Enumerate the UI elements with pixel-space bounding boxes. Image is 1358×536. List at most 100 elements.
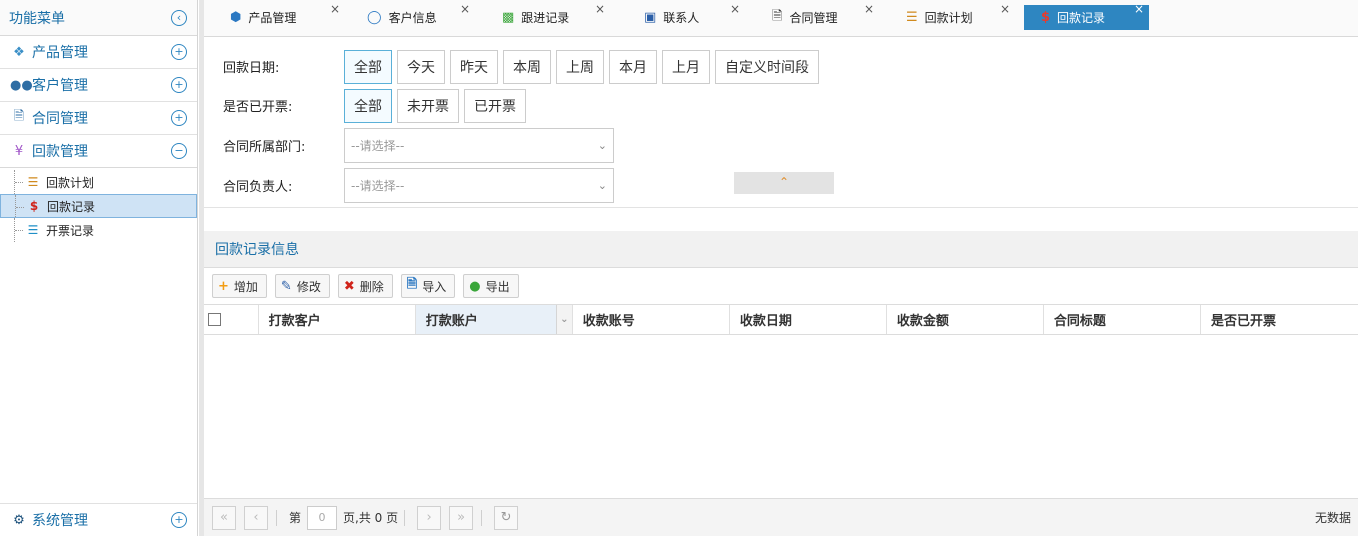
button-label: 导出 <box>485 279 510 294</box>
document-icon: 🗎 <box>772 8 783 24</box>
sidebar-group-label: 回款管理 <box>32 144 88 160</box>
button-label: 修改 <box>296 279 321 294</box>
tab-label: 跟进记录 <box>521 11 570 25</box>
refresh-icon[interactable]: ↻ <box>494 505 519 530</box>
tab-label: 产品管理 <box>248 11 297 25</box>
invoice-option-not-invoiced[interactable]: 未开票 <box>397 88 459 123</box>
select-placeholder: --请选择-- <box>351 138 405 153</box>
date-option-today[interactable]: 今天 <box>397 49 445 84</box>
collapse-icon[interactable]: − <box>171 143 187 159</box>
tree-item-label: 回款记录 <box>47 199 96 214</box>
invoice-list-icon: ☰ <box>27 223 39 237</box>
grid-body <box>204 335 1358 498</box>
yen-icon: ¥ <box>14 143 24 159</box>
expand-icon[interactable]: + <box>171 44 187 60</box>
next-page-icon[interactable]: › <box>417 505 442 530</box>
column-header-payer-account[interactable]: 打款账户 ⌄ <box>415 305 573 334</box>
users-icon: ●● <box>10 77 33 93</box>
close-icon[interactable]: × <box>864 2 874 16</box>
sidebar-group-system[interactable]: ⚙ 系统管理 + <box>0 503 197 536</box>
tab-payment-records[interactable]: $ 回款记录 × <box>1024 2 1149 30</box>
sidebar-group-label: 客户管理 <box>32 78 88 94</box>
column-header-receiving-account[interactable]: 收款账号 <box>573 305 730 334</box>
pagination-bar: « ‹ 第 0 页,共 0 页 › » ↻ 无数据 <box>204 498 1358 536</box>
filter-label: 是否已开票: <box>223 100 293 115</box>
button-label: 删除 <box>359 279 384 294</box>
close-icon[interactable]: × <box>1134 2 1144 16</box>
sidebar-title: 功能菜单 <box>9 10 65 27</box>
export-button[interactable]: ● 导出 <box>463 274 519 298</box>
checkbox-icon <box>208 313 221 326</box>
tab-products[interactable]: ⬢ 产品管理 × <box>230 2 340 30</box>
date-option-all[interactable]: 全部 <box>344 49 392 84</box>
date-option-last-month[interactable]: 上月 <box>662 49 710 84</box>
pdf-file-icon: 🗎 <box>13 109 25 124</box>
tab-followups[interactable]: ▩ 跟进记录 × <box>502 2 605 30</box>
sidebar-group-payments[interactable]: ¥ 回款管理 − <box>0 135 197 168</box>
tree-item-invoice-records[interactable]: ☰ 开票记录 <box>0 218 197 242</box>
select-all-checkbox[interactable] <box>204 305 259 334</box>
prev-page-icon[interactable]: ‹ <box>244 505 268 530</box>
list-icon: ☰ <box>906 10 918 25</box>
page-number-input[interactable]: 0 <box>307 505 338 530</box>
date-option-this-month[interactable]: 本月 <box>609 49 657 84</box>
filter-label: 合同负责人: <box>223 179 293 195</box>
button-label: 导入 <box>422 279 447 294</box>
column-header-amount[interactable]: 收款金额 <box>887 305 1044 334</box>
last-page-icon[interactable]: » <box>449 505 474 530</box>
filter-row-date: 回款日期: 全部 今天 昨天 本周 上周 本月 上月 自定义时间段 <box>204 47 1358 86</box>
add-button[interactable]: + 增加 <box>212 274 267 298</box>
expand-icon[interactable]: + <box>171 110 187 126</box>
close-icon[interactable]: × <box>730 2 740 16</box>
column-header-receipt-date[interactable]: 收款日期 <box>730 305 887 334</box>
select-placeholder: --请选择-- <box>351 178 405 193</box>
import-button[interactable]: 🗎 导入 <box>400 274 456 298</box>
empty-data-text: 无数据 <box>1314 511 1351 525</box>
column-header-contract-title[interactable]: 合同标题 <box>1044 305 1201 334</box>
collapse-sidebar-icon[interactable]: ‹ <box>171 9 187 26</box>
edit-button[interactable]: ✎ 修改 <box>274 274 330 298</box>
tab-label: 回款记录 <box>1057 11 1106 25</box>
date-option-yesterday[interactable]: 昨天 <box>450 49 498 84</box>
column-menu-icon[interactable]: ⌄ <box>555 305 572 334</box>
owner-select[interactable]: --请选择-- ⌄ <box>344 167 614 203</box>
tab-bar: ⬢ 产品管理 × ◯ 客户信息 × ▩ 跟进记录 × ▣ 联系人 × 🗎 合同管… <box>204 0 1358 37</box>
close-icon[interactable]: × <box>460 2 470 16</box>
column-header-invoiced[interactable]: 是否已开票 <box>1201 305 1358 334</box>
tab-payment-plan[interactable]: ☰ 回款计划 × <box>906 2 1010 30</box>
invoice-option-all[interactable]: 全部 <box>344 88 392 123</box>
collapse-filter-button[interactable]: ⌃ <box>734 172 834 194</box>
tree-item-payment-records[interactable]: $ 回款记录 <box>0 194 197 218</box>
close-icon[interactable]: × <box>330 2 340 16</box>
expand-icon[interactable]: + <box>171 512 187 528</box>
tab-label: 客户信息 <box>388 11 437 25</box>
gear-icon: ⚙ <box>13 512 25 528</box>
contact-book-icon: ▩ <box>502 10 515 25</box>
tree-item-payment-plan[interactable]: ☰ 回款计划 <box>0 170 197 194</box>
date-option-this-week[interactable]: 本周 <box>503 49 551 84</box>
toolbar: + 增加 ✎ 修改 ✖ 删除 🗎 导入 ● 导出 <box>204 268 1358 304</box>
tab-contracts[interactable]: 🗎 合同管理 × <box>772 2 874 30</box>
close-icon[interactable]: × <box>595 2 605 16</box>
import-file-icon: 🗎 <box>406 277 418 292</box>
delete-icon: ✖ <box>343 278 355 294</box>
date-option-custom[interactable]: 自定义时间段 <box>715 49 819 84</box>
panel-title: 回款记录信息 <box>204 231 1358 268</box>
sidebar-group-customers[interactable]: ●● 客户管理 + <box>0 69 197 102</box>
close-icon[interactable]: × <box>1000 2 1010 16</box>
delete-button[interactable]: ✖ 删除 <box>337 274 393 298</box>
first-page-icon[interactable]: « <box>212 505 236 530</box>
date-option-last-week[interactable]: 上周 <box>556 49 604 84</box>
sidebar-group-products[interactable]: ❖ 产品管理 + <box>0 36 197 69</box>
invoice-option-invoiced[interactable]: 已开票 <box>464 88 526 123</box>
tab-customer-info[interactable]: ◯ 客户信息 × <box>367 2 470 30</box>
main-area: ⬢ 产品管理 × ◯ 客户信息 × ▩ 跟进记录 × ▣ 联系人 × 🗎 合同管… <box>204 0 1358 536</box>
column-header-payer[interactable]: 打款客户 <box>259 305 416 334</box>
expand-icon[interactable]: + <box>171 77 187 93</box>
tree-item-label: 回款计划 <box>46 175 95 190</box>
dept-select[interactable]: --请选择-- ⌄ <box>344 127 614 163</box>
tab-contacts[interactable]: ▣ 联系人 × <box>644 2 740 30</box>
sidebar-group-contracts[interactable]: 🗎 合同管理 + <box>0 102 197 135</box>
edit-icon: ✎ <box>280 278 292 294</box>
dollar-icon: $ <box>1041 10 1051 25</box>
